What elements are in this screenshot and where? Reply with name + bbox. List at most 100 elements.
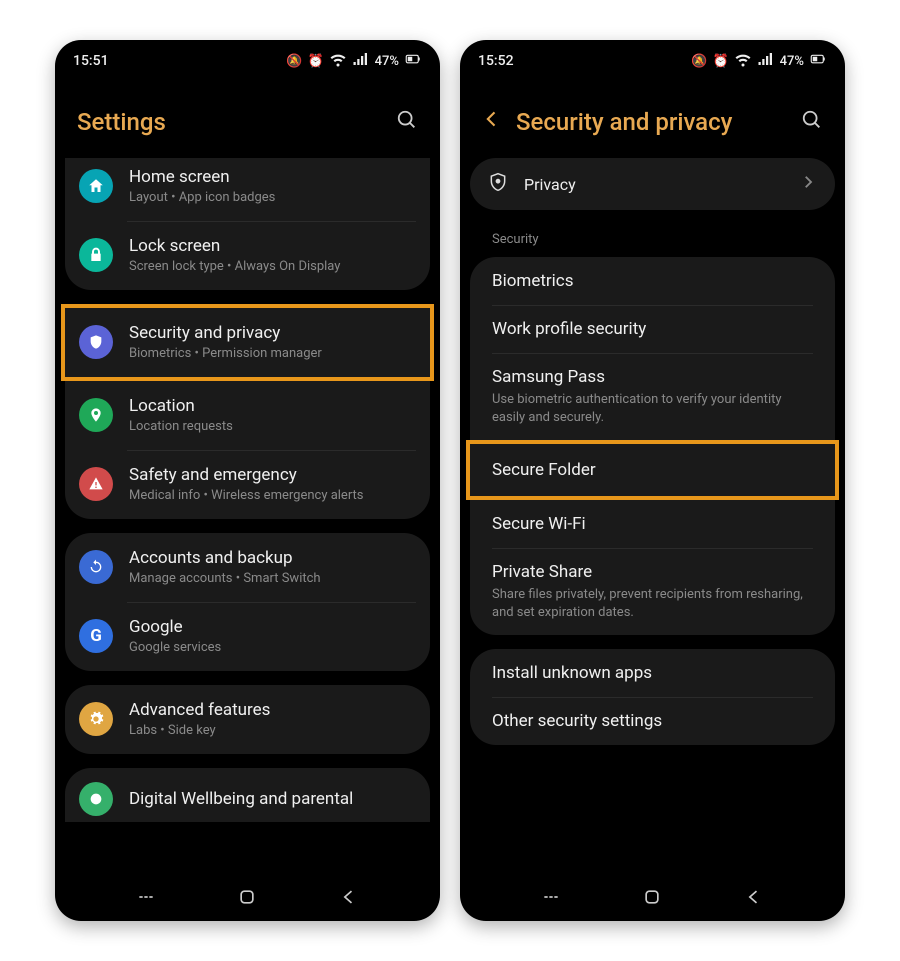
privacy-row[interactable]: Privacy [470, 158, 835, 210]
row-other-security-settings[interactable]: Other security settings [470, 697, 835, 745]
phone-settings: 15:51 🔕 ⏰ 47% Settings [55, 40, 440, 921]
back-button[interactable] [482, 109, 502, 135]
section-label-security: Security [470, 224, 835, 257]
settings-group-4: Digital Wellbeing and parental [65, 768, 430, 822]
settings-group-2: Accounts and backup Manage accounts • Sm… [65, 533, 430, 671]
row-subtitle: Share files privately, prevent recipient… [492, 586, 813, 621]
google-icon: G [79, 619, 113, 653]
search-icon[interactable] [801, 109, 823, 136]
pin-icon [79, 398, 113, 432]
wifi-icon [734, 50, 752, 72]
privacy-label: Privacy [524, 175, 576, 194]
sync-icon [79, 550, 113, 584]
row-work-profile-security[interactable]: Work profile security [470, 305, 835, 353]
lock-icon [79, 238, 113, 272]
row-title: Biometrics [492, 271, 813, 291]
nav-home[interactable] [237, 887, 257, 907]
item-title: Safety and emergency [129, 464, 416, 486]
dnd-icon: 🔕 [286, 54, 302, 69]
item-subtitle: Labs • Side key [129, 723, 416, 740]
header: Security and privacy [460, 80, 845, 158]
status-icons: 🔕 ⏰ 47% [286, 50, 422, 72]
nav-home[interactable] [642, 887, 662, 907]
settings-group-1: Home screen Layout • App icon badges Loc… [65, 158, 430, 290]
row-samsung-pass[interactable]: Samsung Pass Use biometric authenticatio… [470, 353, 835, 440]
row-biometrics[interactable]: Biometrics [470, 257, 835, 305]
item-subtitle: Medical info • Wireless emergency alerts [129, 488, 416, 505]
item-subtitle: Biometrics • Permission manager [129, 346, 416, 363]
navigation-bar [55, 871, 440, 921]
status-icons: 🔕 ⏰ 47% [691, 50, 827, 72]
phone-security-privacy: 15:52 🔕 ⏰ 47% Security and privacy [460, 40, 845, 921]
highlight-secure-folder: Secure Folder [466, 440, 839, 500]
item-title: Digital Wellbeing and parental [129, 788, 416, 810]
battery-text: 47% [375, 54, 399, 69]
nav-back[interactable] [339, 887, 359, 907]
item-title: Accounts and backup [129, 547, 416, 569]
row-subtitle: Use biometric authentication to verify y… [492, 391, 813, 426]
security-group-top: Biometrics Work profile security Samsung… [470, 257, 835, 440]
shield-icon [79, 325, 113, 359]
item-title: Security and privacy [129, 322, 416, 344]
settings-list[interactable]: Home screen Layout • App icon badges Loc… [55, 158, 440, 871]
battery-icon [809, 50, 827, 72]
item-subtitle: Location requests [129, 419, 416, 436]
status-bar: 15:52 🔕 ⏰ 47% [460, 40, 845, 80]
alarm-icon: ⏰ [307, 54, 323, 69]
settings-item-lock-screen[interactable]: Lock screen Screen lock type • Always On… [65, 221, 430, 290]
row-title: Work profile security [492, 319, 813, 339]
security-group-2: Install unknown apps Other security sett… [470, 649, 835, 745]
item-title: Home screen [129, 166, 416, 188]
security-group-bottom: Secure Wi-Fi Private Share Share files p… [470, 500, 835, 635]
item-title: Lock screen [129, 235, 416, 257]
row-title: Install unknown apps [492, 663, 813, 683]
settings-item-security-privacy[interactable]: Security and privacy Biometrics • Permis… [65, 308, 430, 377]
settings-item-digital-wellbeing[interactable]: Digital Wellbeing and parental [65, 768, 430, 822]
wifi-icon [329, 50, 347, 72]
settings-item-accounts-backup[interactable]: Accounts and backup Manage accounts • Sm… [65, 533, 430, 602]
security-content[interactable]: Privacy Security Biometrics Work profile… [460, 158, 845, 871]
privacy-group: Privacy [470, 158, 835, 210]
nav-back[interactable] [744, 887, 764, 907]
status-bar: 15:51 🔕 ⏰ 47% [55, 40, 440, 80]
alarm-icon: ⏰ [712, 54, 728, 69]
dnd-icon: 🔕 [691, 54, 707, 69]
shield-check-icon [488, 172, 508, 196]
item-title: Google [129, 616, 416, 638]
header: Settings [55, 80, 440, 158]
row-install-unknown-apps[interactable]: Install unknown apps [470, 649, 835, 697]
settings-group-3: Advanced features Labs • Side key [65, 685, 430, 754]
row-title: Other security settings [492, 711, 813, 731]
alert-icon [79, 467, 113, 501]
status-time: 15:51 [73, 53, 109, 69]
row-title: Private Share [492, 562, 813, 582]
status-time: 15:52 [478, 53, 514, 69]
item-subtitle: Google services [129, 640, 416, 657]
page-title: Settings [77, 108, 166, 136]
settings-item-advanced-features[interactable]: Advanced features Labs • Side key [65, 685, 430, 754]
settings-item-google[interactable]: G Google Google services [65, 602, 430, 671]
highlight-security-privacy: Security and privacy Biometrics • Permis… [61, 304, 434, 381]
row-secure-wifi[interactable]: Secure Wi-Fi [470, 500, 835, 548]
row-title: Samsung Pass [492, 367, 813, 387]
settings-item-home-screen[interactable]: Home screen Layout • App icon badges [65, 158, 430, 221]
battery-icon [404, 50, 422, 72]
row-title: Secure Folder [492, 460, 813, 480]
row-private-share[interactable]: Private Share Share files privately, pre… [470, 548, 835, 635]
item-title: Location [129, 395, 416, 417]
nav-recents[interactable] [541, 887, 561, 907]
signal-icon [757, 50, 775, 72]
nav-recents[interactable] [136, 887, 156, 907]
gear-icon [79, 702, 113, 736]
settings-item-safety-emergency[interactable]: Safety and emergency Medical info • Wire… [65, 450, 430, 519]
battery-text: 47% [780, 54, 804, 69]
row-secure-folder[interactable]: Secure Folder [470, 444, 835, 496]
navigation-bar [460, 871, 845, 921]
page-title: Security and privacy [516, 108, 732, 136]
item-title: Advanced features [129, 699, 416, 721]
row-title: Secure Wi-Fi [492, 514, 813, 534]
search-icon[interactable] [396, 109, 418, 136]
signal-icon [352, 50, 370, 72]
home-icon [79, 169, 113, 203]
settings-item-location[interactable]: Location Location requests [65, 381, 430, 450]
